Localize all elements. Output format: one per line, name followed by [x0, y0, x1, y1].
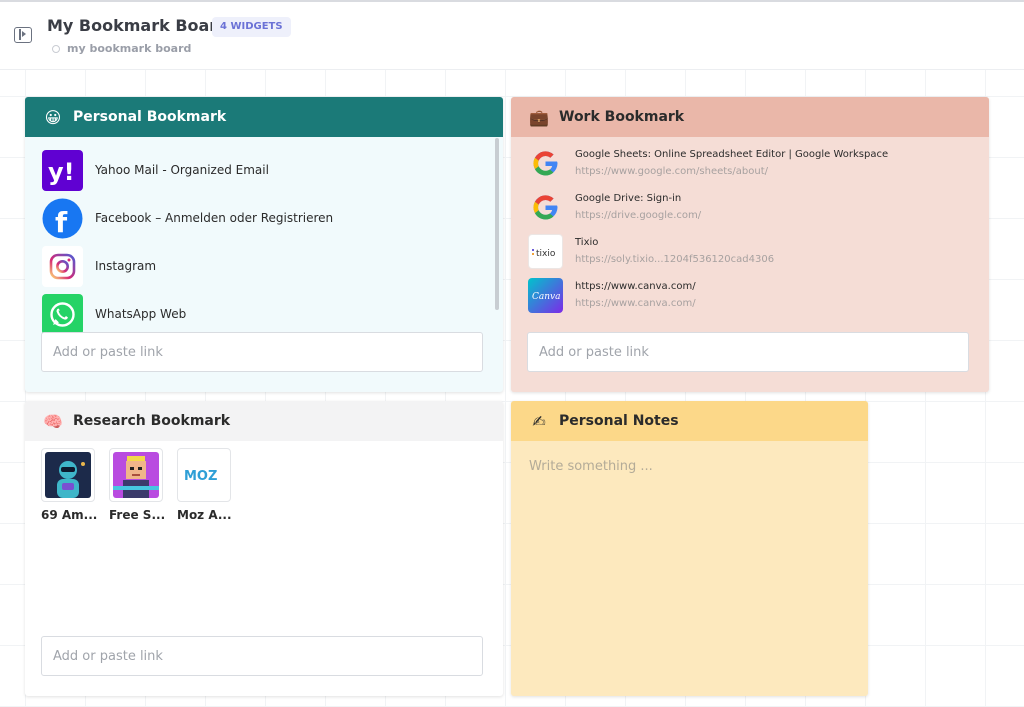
- svg-text:y!: y!: [48, 158, 75, 186]
- smiley-face-icon: 😀: [44, 107, 62, 127]
- tixio-logo-icon: tixio: [528, 234, 563, 269]
- page-title: My Bookmark Board: [47, 16, 229, 35]
- brain-icon: 🧠: [43, 411, 63, 431]
- tile-frame: MOZ: [177, 448, 231, 502]
- bookmark-list: Google Sheets: Online Spreadsheet Editor…: [528, 146, 978, 322]
- bookmark-title: https://www.canva.com/: [575, 281, 696, 292]
- widget-header[interactable]: 🧠 Research Bookmark: [25, 401, 503, 441]
- bookmark-label: WhatsApp Web: [95, 307, 187, 321]
- canva-logo-icon: Canva: [528, 278, 563, 313]
- widget-header[interactable]: 😀 Personal Bookmark: [25, 97, 503, 137]
- notes-textarea[interactable]: [529, 459, 849, 679]
- widget-count-badge: 4 WIDGETS: [212, 17, 291, 37]
- bookmark-title: Google Drive: Sign-in: [575, 193, 682, 204]
- bookmark-url: https://drive.google.com/: [575, 210, 702, 221]
- google-logo-icon: [528, 190, 563, 225]
- sidebar-toggle-icon[interactable]: [14, 27, 32, 43]
- yahoo-logo-icon: y!: [42, 149, 83, 191]
- bookmark-item[interactable]: tixio Tixio https://soly.tixio...1204f53…: [528, 234, 978, 278]
- bookmark-tile[interactable]: 69 Am...: [41, 448, 109, 522]
- widget-header[interactable]: 💼 Work Bookmark: [511, 97, 989, 137]
- bookmark-title: Google Sheets: Online Spreadsheet Editor…: [575, 149, 889, 160]
- bookmark-tile-list: 69 Am... Free S... MOZ Moz A...: [41, 448, 245, 522]
- page-subtitle: my bookmark board: [67, 42, 192, 55]
- bookmark-item[interactable]: f Facebook – Anmelden oder Registrieren: [42, 194, 492, 242]
- research-bookmark-widget: 🧠 Research Bookmark 69 Am... Free S... M: [25, 401, 503, 696]
- svg-text:f: f: [55, 206, 68, 239]
- google-logo-icon: [528, 146, 563, 181]
- svg-text:MOZ: MOZ: [184, 469, 217, 484]
- widget-header[interactable]: ✍ Personal Notes: [511, 401, 868, 441]
- bookmark-url: https://www.canva.com/: [575, 298, 696, 309]
- bookmark-item[interactable]: Canva https://www.canva.com/ https://www…: [528, 278, 978, 322]
- bookmark-label: Instagram: [95, 259, 157, 273]
- facebook-logo-icon: f: [42, 198, 83, 239]
- personal-bookmark-widget: 😀 Personal Bookmark y! Yahoo Mail - Orga…: [25, 97, 503, 392]
- bookmark-label: Free S...: [109, 508, 166, 522]
- robot-avatar-icon: [45, 452, 91, 498]
- add-link-input[interactable]: [41, 636, 483, 676]
- bookmark-label: Yahoo Mail - Organized Email: [95, 163, 269, 177]
- moz-logo-icon: MOZ: [181, 452, 227, 498]
- add-link-input[interactable]: [527, 332, 969, 372]
- bookmark-title: Tixio: [575, 237, 599, 248]
- briefcase-icon: 💼: [529, 107, 549, 127]
- pixel-avatar-icon: [113, 452, 159, 498]
- page-header: My Bookmark Board 4 WIDGETS my bookmark …: [0, 2, 1024, 70]
- widget-title: Work Bookmark: [559, 109, 685, 125]
- bookmark-item[interactable]: Google Drive: Sign-in https://drive.goog…: [528, 190, 978, 234]
- widget-title: Personal Bookmark: [73, 109, 227, 125]
- bookmark-tile[interactable]: Free S...: [109, 448, 177, 522]
- svg-text:Canva: Canva: [532, 292, 561, 302]
- bookmark-url: https://soly.tixio...1204f536120cad4306: [575, 254, 775, 265]
- bookmark-list: y! Yahoo Mail - Organized Email f Facebo…: [42, 146, 492, 338]
- list-scrollbar[interactable]: [495, 138, 499, 310]
- svg-text:tixio: tixio: [536, 249, 556, 259]
- bookmark-item[interactable]: Google Sheets: Online Spreadsheet Editor…: [528, 146, 978, 190]
- bookmark-url: https://www.google.com/sheets/about/: [575, 166, 768, 177]
- status-dot-icon: [52, 45, 60, 53]
- personal-notes-widget: ✍ Personal Notes: [511, 401, 868, 696]
- bookmark-item[interactable]: Instagram: [42, 242, 492, 290]
- whatsapp-logo-icon: [42, 293, 83, 335]
- writing-hand-icon: ✍: [532, 411, 546, 431]
- bookmark-item[interactable]: WhatsApp Web: [42, 290, 492, 338]
- instagram-logo-icon: [42, 245, 83, 287]
- widget-title: Personal Notes: [559, 413, 679, 429]
- widget-title: Research Bookmark: [73, 413, 231, 429]
- bookmark-label: Moz A...: [177, 508, 232, 522]
- tile-frame: [41, 448, 95, 502]
- bookmark-label: 69 Am...: [41, 508, 98, 522]
- add-link-input[interactable]: [41, 332, 483, 372]
- bookmark-label: Facebook – Anmelden oder Registrieren: [95, 211, 334, 225]
- bookmark-tile[interactable]: MOZ Moz A...: [177, 448, 245, 522]
- tile-frame: [109, 448, 163, 502]
- work-bookmark-widget: 💼 Work Bookmark Google Sheets: Online Sp…: [511, 97, 989, 392]
- bookmark-item[interactable]: y! Yahoo Mail - Organized Email: [42, 146, 492, 194]
